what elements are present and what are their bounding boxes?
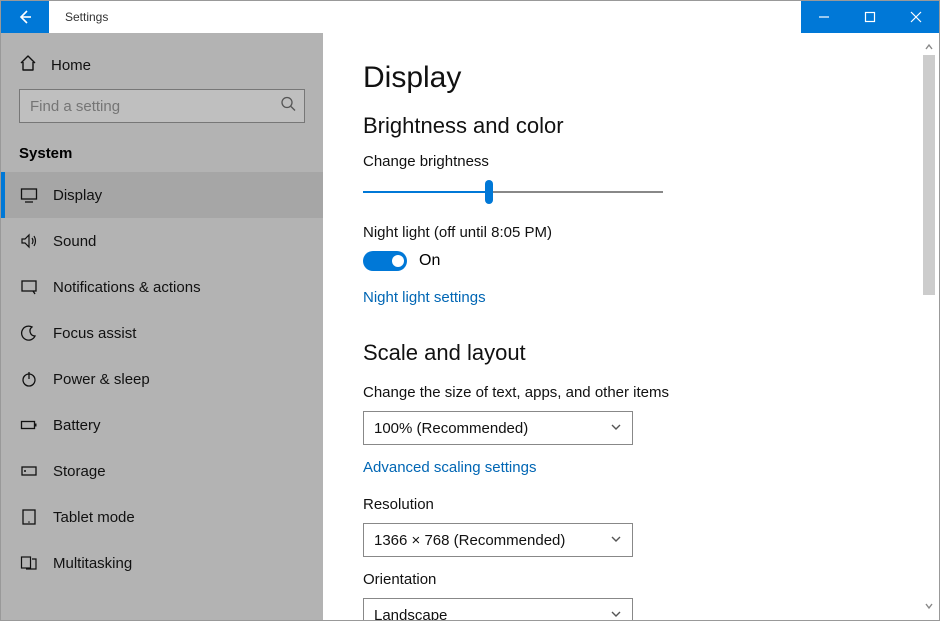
vertical-scrollbar[interactable] — [921, 39, 937, 614]
nav-label: Sound — [53, 233, 96, 250]
settings-window: Settings Home — [0, 0, 940, 621]
tablet-icon — [19, 508, 39, 526]
focus-assist-icon — [19, 324, 39, 342]
nav-label: Multitasking — [53, 555, 132, 572]
home-label: Home — [51, 57, 91, 74]
window-body: Home System Display Sound — [1, 33, 939, 620]
nav-item-storage[interactable]: Storage — [1, 448, 323, 494]
nav-label: Power & sleep — [53, 371, 150, 388]
toggle-knob — [392, 255, 404, 267]
maximize-icon — [864, 11, 876, 23]
slider-thumb[interactable] — [485, 180, 493, 204]
notifications-icon — [19, 278, 39, 296]
nav-item-power-sleep[interactable]: Power & sleep — [1, 356, 323, 402]
brightness-label: Change brightness — [363, 153, 939, 170]
search-wrap — [1, 85, 323, 131]
nav-item-focus-assist[interactable]: Focus assist — [1, 310, 323, 356]
orientation-label: Orientation — [363, 571, 939, 588]
arrow-left-icon — [17, 9, 33, 25]
nav-label: Notifications & actions — [53, 279, 201, 296]
night-light-toggle[interactable] — [363, 251, 407, 271]
nav-item-tablet-mode[interactable]: Tablet mode — [1, 494, 323, 540]
scroll-up-arrow-icon[interactable] — [921, 39, 937, 55]
brightness-slider[interactable] — [363, 180, 663, 204]
orientation-select[interactable]: Landscape — [363, 598, 633, 620]
resolution-select[interactable]: 1366 × 768 (Recommended) — [363, 523, 633, 557]
search-icon — [280, 96, 296, 117]
advanced-scaling-link[interactable]: Advanced scaling settings — [363, 459, 536, 476]
scroll-down-arrow-icon[interactable] — [921, 598, 937, 614]
titlebar: Settings — [1, 1, 939, 33]
multitasking-icon — [19, 554, 39, 572]
scrollbar-track[interactable] — [921, 55, 937, 598]
nav-label: Display — [53, 187, 102, 204]
back-button[interactable] — [1, 1, 49, 33]
slider-track-rest — [489, 191, 663, 193]
page-title: Display — [363, 61, 939, 95]
nav-item-multitasking[interactable]: Multitasking — [1, 540, 323, 586]
nav-label: Storage — [53, 463, 106, 480]
night-light-label: Night light (off until 8:05 PM) — [363, 224, 939, 241]
nav-list: Display Sound Notifications & actions Fo… — [1, 172, 323, 586]
slider-track-fill — [363, 191, 489, 193]
caption-buttons — [801, 1, 939, 33]
section-scale-heading: Scale and layout — [363, 340, 939, 366]
maximize-button[interactable] — [847, 1, 893, 33]
resolution-value: 1366 × 768 (Recommended) — [374, 532, 565, 549]
chevron-down-icon — [610, 532, 622, 549]
orientation-value: Landscape — [374, 607, 447, 621]
nav-item-sound[interactable]: Sound — [1, 218, 323, 264]
scale-label: Change the size of text, apps, and other… — [363, 384, 939, 401]
resolution-label: Resolution — [363, 496, 939, 513]
battery-icon — [19, 416, 39, 434]
power-icon — [19, 370, 39, 388]
scrollbar-thumb[interactable] — [923, 55, 935, 295]
close-icon — [910, 11, 922, 23]
minimize-icon — [818, 11, 830, 23]
storage-icon — [19, 462, 39, 480]
night-light-toggle-row: On — [363, 251, 939, 271]
nav-label: Focus assist — [53, 325, 136, 342]
chevron-down-icon — [610, 420, 622, 437]
nav-item-notifications[interactable]: Notifications & actions — [1, 264, 323, 310]
display-icon — [19, 186, 39, 204]
nav-item-battery[interactable]: Battery — [1, 402, 323, 448]
search-box[interactable] — [19, 89, 305, 123]
scale-value: 100% (Recommended) — [374, 420, 528, 437]
search-input[interactable] — [20, 98, 304, 115]
sidebar: Home System Display Sound — [1, 33, 323, 620]
window-title: Settings — [49, 1, 801, 33]
nav-item-display[interactable]: Display — [1, 172, 323, 218]
nav-label: Tablet mode — [53, 509, 135, 526]
nav-label: Battery — [53, 417, 101, 434]
night-light-state-text: On — [419, 252, 440, 270]
main-panel: Display Brightness and color Change brig… — [323, 33, 939, 620]
chevron-down-icon — [610, 607, 622, 621]
scale-select[interactable]: 100% (Recommended) — [363, 411, 633, 445]
close-button[interactable] — [893, 1, 939, 33]
minimize-button[interactable] — [801, 1, 847, 33]
home-icon — [19, 54, 37, 76]
sound-icon — [19, 232, 39, 250]
night-light-settings-link[interactable]: Night light settings — [363, 289, 486, 306]
home-button[interactable]: Home — [1, 45, 323, 85]
section-brightness-heading: Brightness and color — [363, 113, 939, 139]
nav-group-header: System — [1, 131, 323, 172]
